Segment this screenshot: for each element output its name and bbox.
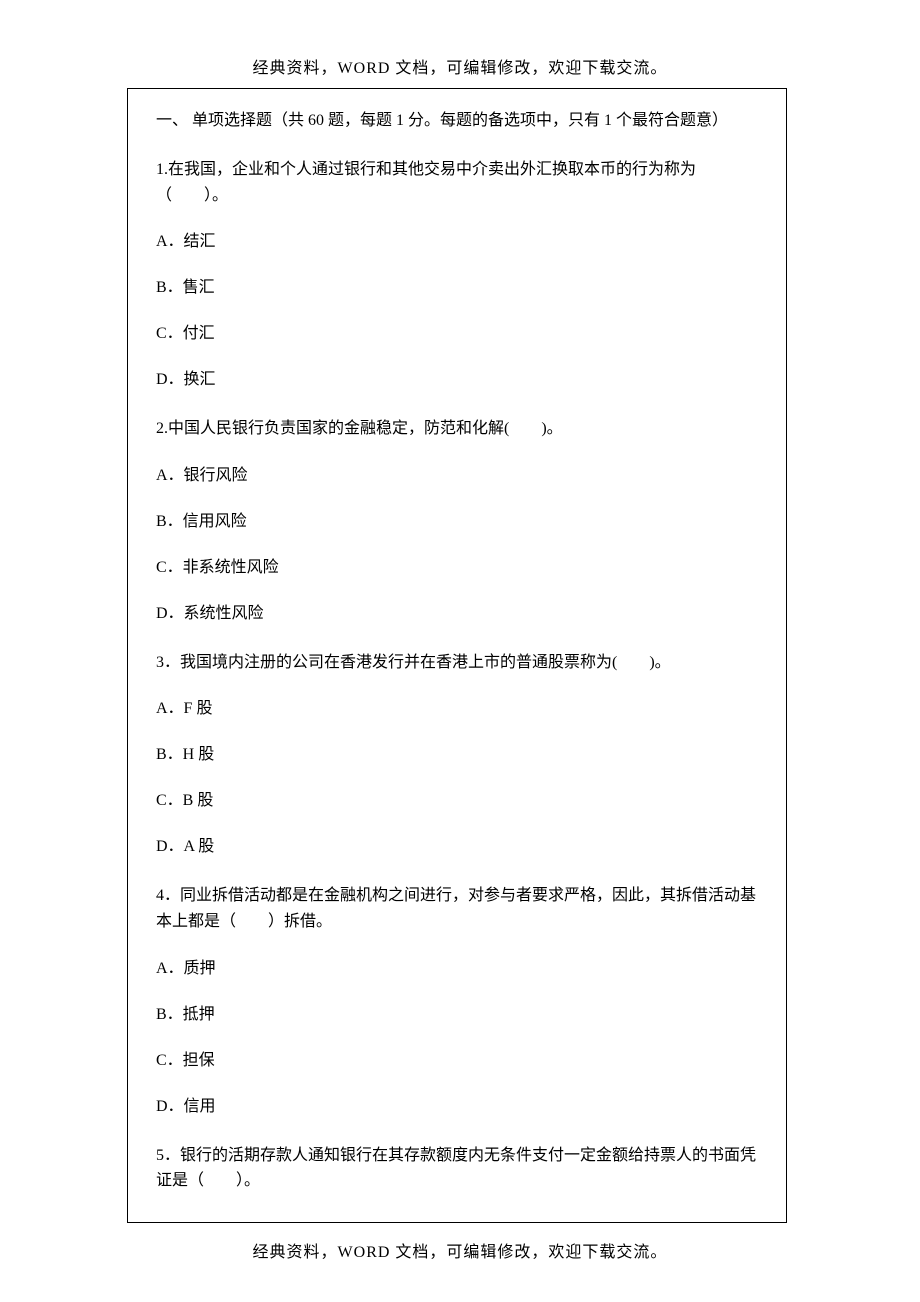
option-3d: D．A 股 [156,835,758,859]
question-body: 银行的活期存款人通知银行在其存款额度内无条件支付一定金额给持票人的书面凭证是（ … [156,1147,756,1190]
option-4b: B．抵押 [156,1003,758,1027]
question-number: 2. [156,420,168,437]
option-2c: C．非系统性风险 [156,556,758,580]
option-1b: B．售汇 [156,276,758,300]
option-1c: C．付汇 [156,322,758,346]
option-4d: D．信用 [156,1095,758,1119]
question-number: 3． [156,654,180,671]
question-body: 在我国，企业和个人通过银行和其他交易中介卖出外汇换取本币的行为称为（ ）。 [156,161,696,204]
option-2d: D．系统性风险 [156,602,758,626]
question-body: 中国人民银行负责国家的金融稳定，防范和化解( )。 [168,420,563,437]
question-5: 5．银行的活期存款人通知银行在其存款额度内无条件支付一定金额给持票人的书面凭证是… [156,1143,758,1194]
option-4a: A．质押 [156,957,758,981]
option-4c: C．担保 [156,1049,758,1073]
content-frame: 一、 单项选择题（共 60 题，每题 1 分。每题的备选项中，只有 1 个最符合… [127,88,787,1223]
question-1: 1.在我国，企业和个人通过银行和其他交易中介卖出外汇换取本币的行为称为（ ）。 [156,157,758,208]
page-footer: 经典资料，WORD 文档，可编辑修改，欢迎下载交流。 [0,1238,920,1262]
question-number: 5． [156,1147,180,1164]
question-4: 4．同业拆借活动都是在金融机构之间进行，对参与者要求严格，因此，其拆借活动基本上… [156,883,758,934]
question-2: 2.中国人民银行负责国家的金融稳定，防范和化解( )。 [156,416,758,442]
question-number: 4． [156,887,180,904]
option-1a: A．结汇 [156,230,758,254]
option-2a: A．银行风险 [156,464,758,488]
question-number: 1. [156,161,168,178]
question-body: 我国境内注册的公司在香港发行并在香港上市的普通股票称为( )。 [180,654,671,671]
option-3a: A．F 股 [156,697,758,721]
option-3c: C．B 股 [156,789,758,813]
question-body: 同业拆借活动都是在金融机构之间进行，对参与者要求严格，因此，其拆借活动基本上都是… [156,887,756,930]
option-1d: D．换汇 [156,368,758,392]
option-2b: B．信用风险 [156,510,758,534]
option-3b: B．H 股 [156,743,758,767]
page-header: 经典资料，WORD 文档，可编辑修改，欢迎下载交流。 [0,54,920,78]
question-3: 3．我国境内注册的公司在香港发行并在香港上市的普通股票称为( )。 [156,650,758,676]
section-title: 一、 单项选择题（共 60 题，每题 1 分。每题的备选项中，只有 1 个最符合… [156,109,758,133]
